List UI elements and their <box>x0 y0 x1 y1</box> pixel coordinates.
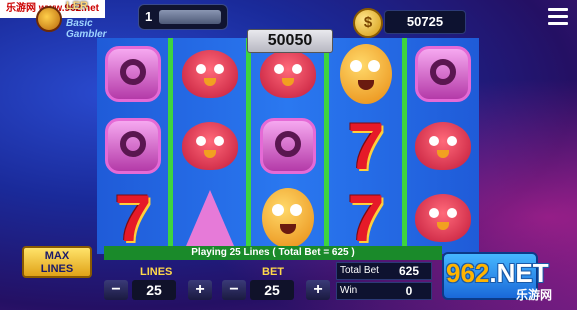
lines-increase-button[interactable]: + <box>188 280 212 300</box>
total-bet-value: 625 <box>398 264 420 278</box>
reel-4: 7 7 <box>330 38 402 254</box>
bird-symbol-icon <box>182 122 238 170</box>
site-logo: 962.NET 乐游网 <box>446 258 574 306</box>
reel-cell <box>330 38 402 110</box>
bet-value: 25 <box>250 280 294 300</box>
bet-increase-button[interactable]: + <box>306 280 330 300</box>
reel-cell: 7 <box>330 182 402 254</box>
max-lines-label-line1: MAX <box>44 250 70 262</box>
bird-symbol-icon <box>182 50 238 98</box>
egg-symbol-icon <box>262 188 314 248</box>
a-symbol-icon <box>186 190 234 246</box>
reel-5 <box>407 38 479 254</box>
logo-subtext: 乐游网 <box>516 288 553 302</box>
logo-text-number: 962 <box>446 258 490 288</box>
bird-symbol-icon <box>415 194 471 242</box>
bet-decrease-button[interactable]: − <box>222 280 246 300</box>
reel-3 <box>252 38 324 254</box>
win-box: Win 0 <box>336 282 432 300</box>
coin-balance: 50725 <box>384 10 466 34</box>
max-lines-label-line2: LINES <box>40 263 74 275</box>
level-indicator: 1 <box>138 4 228 30</box>
win-value: 0 <box>405 284 413 298</box>
bird-symbol-icon <box>415 122 471 170</box>
bet-label: BET <box>262 266 284 278</box>
reel-cell <box>97 110 169 182</box>
lines-value: 25 <box>132 280 176 300</box>
player-badge[interactable]: LER Basic Gambler <box>36 0 136 40</box>
max-lines-button[interactable]: MAX LINES <box>22 246 92 278</box>
coin-icon: $ <box>353 8 383 38</box>
seven-symbol-icon: 7 <box>347 109 385 183</box>
reel-cell: 7 <box>330 110 402 182</box>
reel-cell <box>252 110 324 182</box>
reel-cell <box>97 38 169 110</box>
logo-text-domain: .NET <box>489 258 549 288</box>
reel-1: 7 <box>97 38 169 254</box>
reel-cell <box>174 182 246 254</box>
seven-symbol-icon: 7 <box>114 181 152 254</box>
q-symbol-icon <box>415 46 471 102</box>
slot-reels: 7 7 7 <box>97 38 479 254</box>
win-amount-display: 50050 <box>247 29 333 53</box>
reel-cell <box>252 182 324 254</box>
lines-label: LINES <box>140 266 173 278</box>
seven-symbol-icon: 7 <box>347 181 385 254</box>
reel-2 <box>174 38 246 254</box>
player-emblem-icon <box>36 6 62 32</box>
win-label: Win <box>340 285 358 296</box>
reel-divider <box>324 38 329 254</box>
lines-decrease-button[interactable]: − <box>104 280 128 300</box>
player-name: LER <box>66 0 88 12</box>
logo-text: 962.NET <box>446 258 549 289</box>
reel-cell <box>407 110 479 182</box>
total-bet-box: Total Bet 625 <box>336 262 432 280</box>
reel-cell <box>174 110 246 182</box>
bird-symbol-icon <box>260 50 316 98</box>
q-symbol-icon <box>105 46 161 102</box>
reel-cell <box>174 38 246 110</box>
menu-icon[interactable] <box>548 8 568 26</box>
reel-cell <box>407 38 479 110</box>
total-bet-label: Total Bet <box>340 265 379 276</box>
reel-cell <box>407 182 479 254</box>
egg-symbol-icon <box>340 44 392 104</box>
q-symbol-icon <box>260 118 316 174</box>
reel-cell: 7 <box>97 182 169 254</box>
xp-progress-bar <box>159 10 221 24</box>
level-number: 1 <box>145 9 153 24</box>
q-symbol-icon <box>105 118 161 174</box>
player-rank: Basic Gambler <box>66 18 107 40</box>
status-message: Playing 25 Lines ( Total Bet = 625 ) <box>104 246 442 260</box>
reel-divider <box>246 38 251 254</box>
